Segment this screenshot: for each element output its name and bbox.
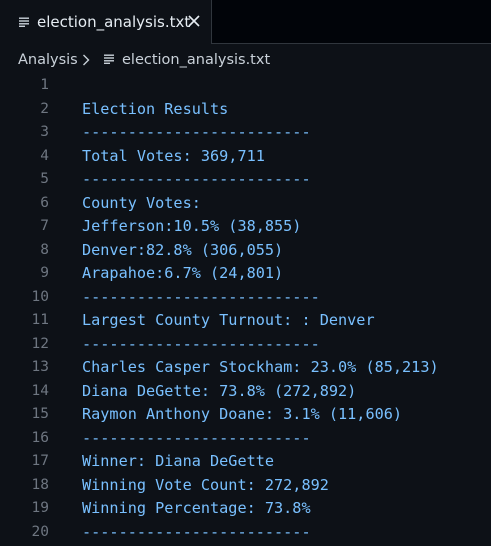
editor-line[interactable]: 6 County Votes: — [0, 192, 491, 216]
tab-bar: election_analysis.txt — [0, 0, 491, 44]
editor-line[interactable]: 15 Raymon Anthony Doane: 3.1% (11,606) — [0, 403, 491, 427]
line-text: Diana DeGette: 73.8% (272,892) — [82, 381, 357, 400]
line-number: 9 — [40, 265, 49, 281]
line-number: 11 — [31, 312, 49, 328]
close-icon[interactable] — [187, 14, 201, 28]
editor-line[interactable]: 14 Diana DeGette: 73.8% (272,892) — [0, 380, 491, 404]
line-text: County Votes: — [82, 193, 201, 212]
editor-line[interactable]: 17 Winner: Diana DeGette — [0, 450, 491, 474]
line-text: ------------------------- — [82, 123, 311, 141]
line-number: 8 — [40, 241, 49, 258]
editor-line[interactable]: 12 -------------------------- — [0, 333, 491, 357]
line-number: 1 — [40, 77, 49, 93]
line-number: 6 — [40, 194, 49, 211]
code-editor[interactable]: 1 2 Election Results 3 -----------------… — [0, 74, 491, 546]
tab-label: election_analysis.txt — [37, 13, 191, 31]
text-file-icon — [104, 54, 114, 64]
line-text: Arapahoe:6.7% (24,801) — [82, 264, 284, 282]
chevron-right-icon — [83, 54, 90, 66]
line-number: 5 — [40, 171, 49, 187]
line-text: Winner: Diana DeGette — [82, 452, 275, 470]
line-number: 12 — [31, 335, 49, 352]
editor-line[interactable]: 16 ------------------------- — [0, 427, 491, 451]
line-number: 15 — [31, 406, 49, 422]
breadcrumb: Analysis election_analysis.txt — [0, 44, 491, 74]
editor-line[interactable]: 13 Charles Casper Stockham: 23.0% (85,21… — [0, 356, 491, 380]
line-number: 17 — [31, 453, 49, 469]
line-number: 16 — [31, 429, 49, 446]
editor-line[interactable]: 1 — [0, 74, 491, 98]
editor-window: election_analysis.txt Analysis election_… — [0, 0, 491, 546]
editor-line[interactable]: 18 Winning Vote Count: 272,892 — [0, 474, 491, 498]
editor-line[interactable]: 2 Election Results — [0, 98, 491, 122]
line-text: ------------------------- — [82, 428, 311, 447]
editor-line[interactable]: 11 Largest County Turnout: : Denver — [0, 309, 491, 333]
line-text: Total Votes: 369,711 — [82, 146, 265, 165]
line-text: Largest County Turnout: : Denver — [82, 311, 375, 329]
editor-line[interactable]: 4 Total Votes: 369,711 — [0, 145, 491, 169]
line-text: Raymon Anthony Doane: 3.1% (11,606) — [82, 405, 403, 423]
line-number: 20 — [31, 523, 49, 540]
line-number: 7 — [40, 218, 49, 234]
line-text: Denver:82.8% (306,055) — [82, 240, 284, 259]
line-text: Jefferson:10.5% (38,855) — [82, 217, 302, 235]
line-text: Charles Casper Stockham: 23.0% (85,213) — [82, 358, 439, 376]
line-number: 2 — [40, 100, 49, 117]
line-text: -------------------------- — [82, 287, 320, 306]
editor-line[interactable]: 7 Jefferson:10.5% (38,855) — [0, 215, 491, 239]
breadcrumb-item-file[interactable]: election_analysis.txt — [122, 50, 270, 70]
line-text: Election Results — [82, 99, 229, 118]
line-number: 3 — [40, 124, 49, 140]
line-number: 19 — [31, 500, 49, 516]
line-text: ------------------------- — [82, 170, 311, 188]
editor-line[interactable]: 19 Winning Percentage: 73.8% — [0, 497, 491, 521]
editor-line[interactable]: 10 -------------------------- — [0, 286, 491, 310]
editor-line[interactable]: 9 Arapahoe:6.7% (24,801) — [0, 262, 491, 286]
line-number: 10 — [31, 288, 49, 305]
tab-election-analysis[interactable]: election_analysis.txt — [0, 0, 212, 44]
editor-line[interactable]: 20 ------------------------- — [0, 521, 491, 545]
editor-line[interactable]: 8 Denver:82.8% (306,055) — [0, 239, 491, 263]
line-text: ------------------------- — [82, 522, 311, 541]
editor-line[interactable]: 3 ------------------------- — [0, 121, 491, 145]
line-text: -------------------------- — [82, 334, 320, 353]
editor-line[interactable]: 5 ------------------------- — [0, 168, 491, 192]
line-text: Winning Vote Count: 272,892 — [82, 475, 329, 494]
text-file-icon — [19, 17, 29, 27]
line-text: Winning Percentage: 73.8% — [82, 499, 311, 517]
line-number: 13 — [31, 359, 49, 375]
line-number: 4 — [40, 147, 49, 164]
breadcrumb-item-analysis[interactable]: Analysis — [18, 50, 78, 70]
line-number: 18 — [31, 476, 49, 493]
line-number: 14 — [31, 382, 49, 399]
